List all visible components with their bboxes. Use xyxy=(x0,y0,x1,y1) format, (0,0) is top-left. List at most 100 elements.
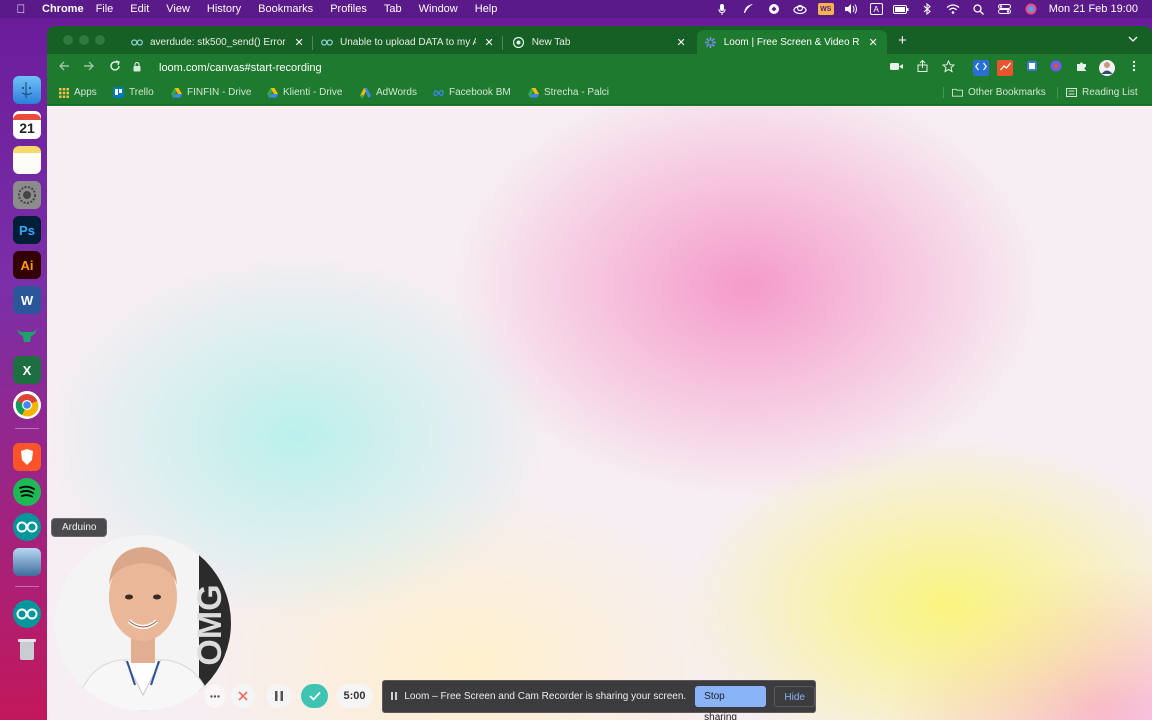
tab-divider xyxy=(502,36,503,50)
window-close-button[interactable] xyxy=(63,35,73,45)
bookmark-adwords[interactable]: AdWords xyxy=(360,87,417,98)
recording-timer: 5:00 xyxy=(336,684,373,708)
vpn-icon[interactable] xyxy=(766,3,782,15)
close-icon[interactable]: ✕ xyxy=(867,36,879,49)
camera-icon[interactable] xyxy=(888,60,904,76)
puzzle-extensions-icon[interactable] xyxy=(1074,60,1090,76)
menu-window[interactable]: Window xyxy=(419,3,458,15)
excel-icon[interactable]: X xyxy=(13,356,41,384)
menu-tab[interactable]: Tab xyxy=(384,3,402,15)
menu-file[interactable]: File xyxy=(96,3,114,15)
word-icon[interactable]: W xyxy=(13,286,41,314)
bookmark-facebook-bm[interactable]: Facebook BM xyxy=(433,87,511,98)
finish-recording-button[interactable] xyxy=(301,684,328,708)
finder-icon[interactable] xyxy=(13,76,41,104)
cancel-recording-button[interactable] xyxy=(231,684,255,708)
bookmark-apps[interactable]: Apps xyxy=(58,87,97,98)
bookmark-label: Klienti - Drive xyxy=(283,87,343,98)
battery-icon[interactable] xyxy=(892,3,909,15)
menu-history[interactable]: History xyxy=(207,3,241,15)
more-options-icon[interactable] xyxy=(205,684,225,708)
webcam-bubble[interactable]: OMG xyxy=(55,535,231,711)
menu-bookmarks[interactable]: Bookmarks xyxy=(258,3,313,15)
address-bar[interactable]: loom.com/canvas#start-recording xyxy=(133,57,1043,79)
window-zoom-button[interactable] xyxy=(95,35,105,45)
microphone-icon[interactable] xyxy=(714,3,730,15)
window-minimize-button[interactable] xyxy=(79,35,89,45)
bookmark-strecha-palci[interactable]: Strecha - Palci xyxy=(528,87,609,98)
trash-icon[interactable] xyxy=(13,635,41,663)
bookmark-klienti-drive[interactable]: Klienti - Drive xyxy=(267,87,342,98)
tab-averdude[interactable]: averdude: stk500_send() Error ✕ xyxy=(123,30,313,54)
tab-search-chevron-icon[interactable] xyxy=(1128,34,1138,45)
clock[interactable]: Mon 21 Feb 19:00 xyxy=(1049,3,1138,15)
code-extension-icon[interactable] xyxy=(973,60,989,76)
tab-title: averdude: stk500_send() Error xyxy=(150,36,286,48)
close-icon[interactable]: ✕ xyxy=(675,36,687,49)
chart-extension-icon[interactable] xyxy=(997,60,1013,76)
feather-icon[interactable] xyxy=(740,3,756,15)
arduino-dock-icon[interactable] xyxy=(13,513,41,541)
stop-sharing-button[interactable]: Stop sharing xyxy=(695,686,767,720)
preview-icon[interactable] xyxy=(13,548,41,576)
screencast-extension-icon[interactable] xyxy=(1024,60,1040,76)
siri-icon[interactable] xyxy=(1023,3,1039,15)
loom-extension-icon[interactable] xyxy=(1048,60,1064,76)
bull-app-icon[interactable] xyxy=(13,321,41,349)
reading-list-label: Reading List xyxy=(1082,87,1138,98)
close-icon[interactable]: ✕ xyxy=(293,36,305,49)
tab-unable-to-upload[interactable]: Unable to upload DATA to my A ✕ xyxy=(313,30,503,54)
photoshop-icon[interactable]: Ps xyxy=(13,216,41,244)
calendar-icon[interactable]: 21 xyxy=(13,111,41,139)
menu-help[interactable]: Help xyxy=(475,3,498,15)
input-source-icon[interactable]: A xyxy=(869,3,883,15)
menu-view[interactable]: View xyxy=(166,3,190,15)
ws-badge-icon[interactable]: WS xyxy=(817,3,834,15)
kebab-menu-icon[interactable] xyxy=(1126,60,1142,76)
volume-icon[interactable] xyxy=(844,3,860,15)
menu-profiles[interactable]: Profiles xyxy=(330,3,367,15)
system-preferences-icon[interactable] xyxy=(13,181,41,209)
bluetooth-icon[interactable] xyxy=(919,3,935,15)
search-icon[interactable] xyxy=(971,3,987,15)
star-icon[interactable] xyxy=(940,59,956,76)
brave-icon[interactable] xyxy=(13,443,41,471)
folder-icon xyxy=(952,87,963,98)
menu-edit[interactable]: Edit xyxy=(130,3,149,15)
control-center-icon[interactable] xyxy=(997,3,1013,15)
share-icon[interactable] xyxy=(914,59,930,76)
reading-list[interactable]: Reading List xyxy=(1057,87,1138,98)
pause-recording-button[interactable] xyxy=(266,684,292,708)
back-arrow-icon[interactable] xyxy=(56,60,72,76)
notes-icon[interactable] xyxy=(13,146,41,174)
status-area: WS A Mon 21 Feb 19:00 xyxy=(714,3,1152,15)
bookmark-finfin-drive[interactable]: FINFIN - Drive xyxy=(171,87,251,98)
arduino-icon xyxy=(321,36,333,48)
other-bookmarks[interactable]: Other Bookmarks xyxy=(943,87,1046,98)
reload-icon[interactable] xyxy=(107,60,123,76)
spotify-icon[interactable] xyxy=(13,478,41,506)
forward-arrow-icon[interactable] xyxy=(81,60,97,76)
app-menu-chrome[interactable]: Chrome xyxy=(42,3,84,15)
close-icon[interactable]: ✕ xyxy=(483,36,495,49)
cloud-icon[interactable] xyxy=(792,3,808,15)
calendar-day: 21 xyxy=(19,120,35,136)
presenter-photo: OMG xyxy=(55,535,231,711)
illustrator-icon[interactable]: Ai xyxy=(13,251,41,279)
bookmark-trello[interactable]: Trello xyxy=(113,87,154,98)
apple-menu-icon[interactable]:  xyxy=(10,2,32,16)
other-bookmarks-label: Other Bookmarks xyxy=(968,87,1046,98)
hide-sharing-bar-button[interactable]: Hide xyxy=(774,686,815,707)
cam-overlay-text: OMG xyxy=(191,584,229,665)
new-tab-button[interactable]: + xyxy=(898,32,907,49)
chrome-dock-icon[interactable] xyxy=(13,391,41,419)
wifi-icon[interactable] xyxy=(945,3,961,15)
pause-icon xyxy=(275,691,283,701)
arduino-minimized-icon[interactable] xyxy=(13,600,41,628)
meta-icon xyxy=(433,87,444,98)
bookmarks-bar: Apps Trello FINFIN - Drive Klienti - Dri… xyxy=(47,81,1152,105)
tab-loom[interactable]: Loom | Free Screen & Video Re ✕ xyxy=(697,30,887,54)
tab-new-tab[interactable]: New Tab ✕ xyxy=(505,30,695,54)
lock-icon[interactable] xyxy=(133,61,147,74)
profile-avatar[interactable] xyxy=(1099,60,1115,76)
